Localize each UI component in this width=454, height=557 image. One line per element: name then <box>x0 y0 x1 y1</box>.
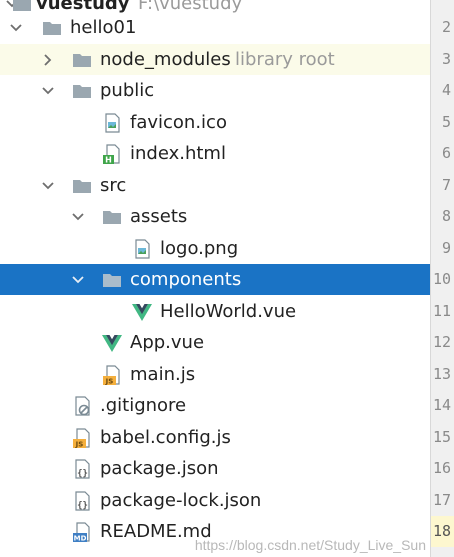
js-file-icon: JS <box>102 364 122 385</box>
library-root-hint: library root <box>235 49 335 70</box>
tree-item-label: package-lock.json <box>100 490 262 511</box>
html-file-icon: H <box>102 143 122 164</box>
js-file-icon: JS <box>72 427 92 448</box>
line-number: 17 <box>432 491 451 509</box>
chevron-right-icon[interactable] <box>40 52 56 68</box>
json-file-icon: {} <box>72 490 92 511</box>
tree-item-label: hello01 <box>70 17 137 38</box>
chevron-down-icon[interactable] <box>70 209 86 225</box>
svg-text:{}: {} <box>77 501 88 511</box>
tree-row-hello01[interactable]: hello01 <box>0 12 430 43</box>
tree-row-favicon[interactable]: favicon.ico <box>0 107 430 138</box>
vue-file-icon <box>132 302 152 322</box>
svg-text:{}: {} <box>77 469 88 479</box>
tree-item-label: HelloWorld.vue <box>160 301 297 322</box>
tree-row-node-modules[interactable]: node_modules library root <box>0 44 430 75</box>
tree-row-gitignore[interactable]: .gitignore <box>0 390 430 421</box>
tree-row-logo-png[interactable]: logo.png <box>0 233 430 264</box>
folder-icon <box>102 270 122 290</box>
folder-icon <box>102 207 122 227</box>
image-file-icon <box>132 238 152 259</box>
line-number: 7 <box>441 176 451 194</box>
line-number-current: 18 <box>431 516 454 547</box>
line-number: 13 <box>432 365 451 383</box>
tree-row-babel-config[interactable]: JS babel.config.js <box>0 422 430 453</box>
tree-row-main-js[interactable]: JS main.js <box>0 359 430 390</box>
svg-text:JS: JS <box>75 440 84 448</box>
chevron-down-icon[interactable] <box>8 20 24 36</box>
tree-item-label: package.json <box>100 458 219 479</box>
line-number: 11 <box>432 302 451 320</box>
tree-item-label: components <box>130 269 242 290</box>
line-number: 6 <box>441 144 451 162</box>
line-number: 16 <box>432 459 451 477</box>
tree-item-label: assets <box>130 206 188 227</box>
tree-item-label: public <box>100 80 155 101</box>
line-number: 8 <box>441 207 451 225</box>
tree-row-components[interactable]: components <box>0 264 430 295</box>
gitignore-file-icon <box>72 395 92 416</box>
tree-item-label: node_modules <box>100 49 231 70</box>
line-number: 9 <box>441 239 451 257</box>
line-number: 4 <box>441 81 451 99</box>
json-file-icon: {} <box>72 458 92 479</box>
tree-row-src[interactable]: src <box>0 170 430 201</box>
chevron-down-icon[interactable] <box>40 178 56 194</box>
image-file-icon <box>102 112 122 133</box>
project-tree-panel: vuestudy F:\vuestudy hello01 node_module… <box>0 0 430 557</box>
line-number: 15 <box>432 428 451 446</box>
svg-text:H: H <box>105 155 112 164</box>
tree-row-package-lock-json[interactable]: {} package-lock.json <box>0 485 430 516</box>
line-number: 2 <box>441 18 451 36</box>
svg-text:MD: MD <box>74 534 87 542</box>
tree-item-label: babel.config.js <box>100 427 231 448</box>
tree-row-index-html[interactable]: H index.html <box>0 138 430 169</box>
vue-file-icon <box>102 333 122 353</box>
editor-line-gutter: 2 3 4 5 6 7 8 9 10 11 12 13 14 15 16 17 … <box>430 0 454 557</box>
tree-row-app-vue[interactable]: App.vue <box>0 327 430 358</box>
markdown-file-icon: MD <box>72 521 92 542</box>
line-number: 14 <box>432 396 451 414</box>
tree-item-label: src <box>100 175 127 196</box>
tree-row-assets[interactable]: assets <box>0 201 430 232</box>
tree-item-label: favicon.ico <box>130 112 227 133</box>
line-number: 5 <box>441 113 451 131</box>
chevron-down-icon[interactable] <box>40 83 56 99</box>
watermark: https://blog.csdn.net/Study_Live_Sun <box>194 537 426 553</box>
line-number: 12 <box>432 333 451 351</box>
line-number: 10 <box>432 270 451 288</box>
tree-item-label: main.js <box>130 364 196 385</box>
tree-item-label: App.vue <box>130 332 205 353</box>
folder-icon <box>42 18 62 38</box>
folder-icon <box>72 176 92 196</box>
tree-item-label: index.html <box>130 143 226 164</box>
tree-row-package-json[interactable]: {} package.json <box>0 453 430 484</box>
chevron-down-icon[interactable] <box>70 272 86 288</box>
tree-item-label: logo.png <box>160 238 239 259</box>
svg-text:JS: JS <box>105 377 114 385</box>
folder-icon <box>72 50 92 70</box>
tree-item-label: .gitignore <box>100 395 187 416</box>
folder-icon <box>72 81 92 101</box>
tree-row-helloworld-vue[interactable]: HelloWorld.vue <box>0 296 430 327</box>
line-number: 3 <box>441 50 451 68</box>
tree-row-public[interactable]: public <box>0 75 430 106</box>
